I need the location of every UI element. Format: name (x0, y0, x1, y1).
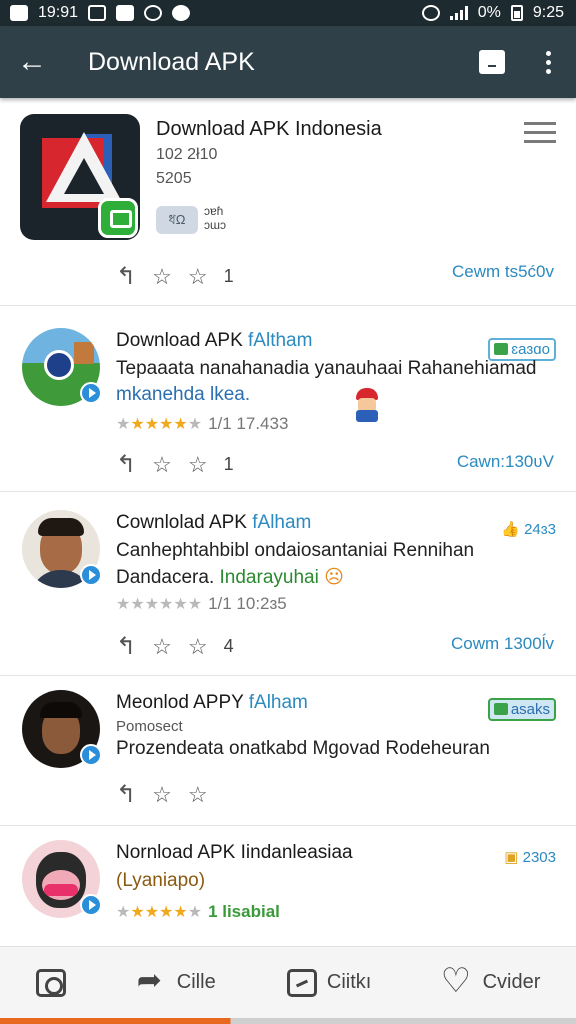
reply-count: 1 (223, 266, 234, 286)
battery-icon (510, 5, 523, 21)
nav-edit[interactable]: Ciitkı (286, 968, 372, 997)
review-author: Nornload APK Iindanleasiaa (116, 842, 353, 863)
star-outline-icon[interactable]: ☆ (152, 634, 172, 660)
download-link[interactable]: Cawn:130ʋV (457, 452, 554, 472)
review-subtitle: Pomosect (116, 718, 183, 735)
alarm-icon (421, 5, 440, 21)
avatar[interactable] (22, 328, 102, 408)
list-item: Nornload APK Iindanleasiaa ▣ 2303 (Lyani… (0, 826, 576, 946)
page-title: Download APK (88, 47, 255, 76)
store-button[interactable] (464, 26, 520, 98)
feed: Download APK Indonesia 102 2ł10 5205 ধΩ … (0, 98, 576, 946)
review-text-2: Dandacera. Indarayuhai ☹ (116, 567, 344, 588)
review-author: Download APK fAltham (116, 330, 313, 351)
review-actions: ↰ ☆ ☆ 4 (116, 632, 234, 661)
rating-stars: ★★★★★★ 1/1 17.433 (116, 414, 289, 433)
list-item: Cownlolad APK fAlham 👍 24ɜ3 Canhephtahbi… (0, 492, 576, 676)
verified-icon (80, 744, 102, 766)
list-item: Download APK fAltham ɛaɜɑo Tepaaata nana… (0, 306, 576, 492)
dot-icon (172, 5, 191, 21)
avatar[interactable] (22, 840, 102, 920)
share-icon (137, 963, 167, 998)
star-icon[interactable]: ☆ (188, 782, 208, 808)
chat-badge-icon (98, 198, 138, 238)
app-card-actions: ↰ ☆ ☆ 1 (116, 262, 234, 291)
share-icon[interactable]: ↰ (116, 450, 136, 479)
likes-count: ▣ 2303 (504, 849, 556, 866)
review-actions: ↰ ☆ ☆ 1 (116, 450, 234, 479)
review-text: Tepaaata nanahanadia yanauhaai Rahanehia… (116, 358, 537, 379)
review-actions: ↰ ☆ ☆ (116, 780, 208, 809)
notification-icon (10, 5, 28, 21)
app-notification-icon (116, 5, 135, 21)
nav-share-label: Cille (176, 971, 216, 993)
review-author: Cownlolad APK fAlham (116, 512, 312, 533)
review-tag: asaks (487, 698, 556, 721)
review-text: Canhephtahbibl ondaiosantaniai Rennihan (116, 540, 475, 561)
mushroom-emoji-icon (352, 388, 380, 422)
review-text: Prozendeata onatkabd Mgovad Rodeheuran (116, 738, 490, 759)
download-link[interactable]: Cowm 1300ĺv (451, 634, 554, 654)
share-icon[interactable]: ↰ (116, 262, 136, 291)
nav-edit-label: Ciitkı (326, 971, 372, 993)
back-arrow-icon[interactable]: ← (0, 26, 64, 98)
star-outline-icon[interactable]: ☆ (152, 782, 172, 808)
nav-share[interactable]: Cille (137, 963, 216, 998)
star-icon[interactable]: ☆ (188, 264, 208, 290)
nav-favorite[interactable]: Cvider (441, 961, 541, 1001)
bottom-nav: Cille Ciitkı Cvider (0, 946, 576, 1018)
nav-favorite-label: Cvider (482, 971, 541, 993)
review-text-highlight: mkanehda lkea. (116, 384, 251, 405)
app-meta-size: 5205 (156, 170, 192, 187)
edit-icon (286, 968, 317, 997)
download-link[interactable]: Cewm ts5ć0v (452, 262, 554, 282)
battery-percent: 0% (477, 4, 501, 21)
app-card: Download APK Indonesia 102 2ł10 5205 ধΩ … (0, 98, 576, 306)
status-time-left: 19:91 (38, 4, 79, 21)
rating-stars: ★★★★★★ 1 lisabial (116, 902, 280, 921)
verified-icon (80, 382, 102, 404)
camera-icon (35, 968, 66, 997)
progress-strip (0, 1018, 576, 1024)
app-meta-date: 102 2ł10 (156, 146, 218, 163)
verified-icon (80, 564, 102, 586)
status-bar: 19:91 0% 9:25 (0, 0, 576, 26)
star-icon[interactable]: ☆ (188, 634, 208, 660)
star-outline-icon[interactable]: ☆ (152, 264, 172, 290)
app-chip[interactable]: ধΩ (156, 206, 198, 234)
avatar[interactable] (22, 510, 102, 590)
app-chip-text: ɔɐɦ ɔɯɔ (204, 204, 226, 232)
verified-icon (80, 894, 102, 916)
reply-count: 1 (223, 454, 234, 474)
review-author: Meonlod APPY fAlham (116, 692, 308, 713)
reply-count: 4 (223, 636, 234, 656)
avatar[interactable] (22, 690, 102, 770)
menu-icon[interactable] (524, 122, 556, 143)
likes-count: 👍 24ɜ3 (501, 521, 556, 538)
star-icon[interactable]: ☆ (188, 452, 208, 478)
gallery-icon (88, 5, 107, 21)
share-icon[interactable]: ↰ (116, 780, 136, 809)
app-bar: ← Download APK (0, 26, 576, 98)
store-icon (479, 50, 505, 74)
nav-camera[interactable] (35, 968, 66, 997)
star-outline-icon[interactable]: ☆ (152, 452, 172, 478)
review-text: (Lyaniapo) (116, 870, 206, 891)
messenger-icon (144, 5, 163, 21)
list-item: Meonlod APPY fAlham asaks Pomosect Proze… (0, 676, 576, 826)
status-time-right: 9:25 (532, 4, 564, 21)
app-title: Download APK Indonesia (156, 118, 382, 140)
app-logo[interactable] (20, 114, 140, 240)
kebab-icon (545, 50, 551, 74)
share-icon[interactable]: ↰ (116, 632, 136, 661)
overflow-menu-button[interactable] (520, 26, 576, 98)
signal-icon (449, 6, 468, 20)
heart-icon (441, 961, 473, 1001)
rating-stars: ★★★★★★ 1/1 10:2ɜ5 (116, 594, 287, 613)
